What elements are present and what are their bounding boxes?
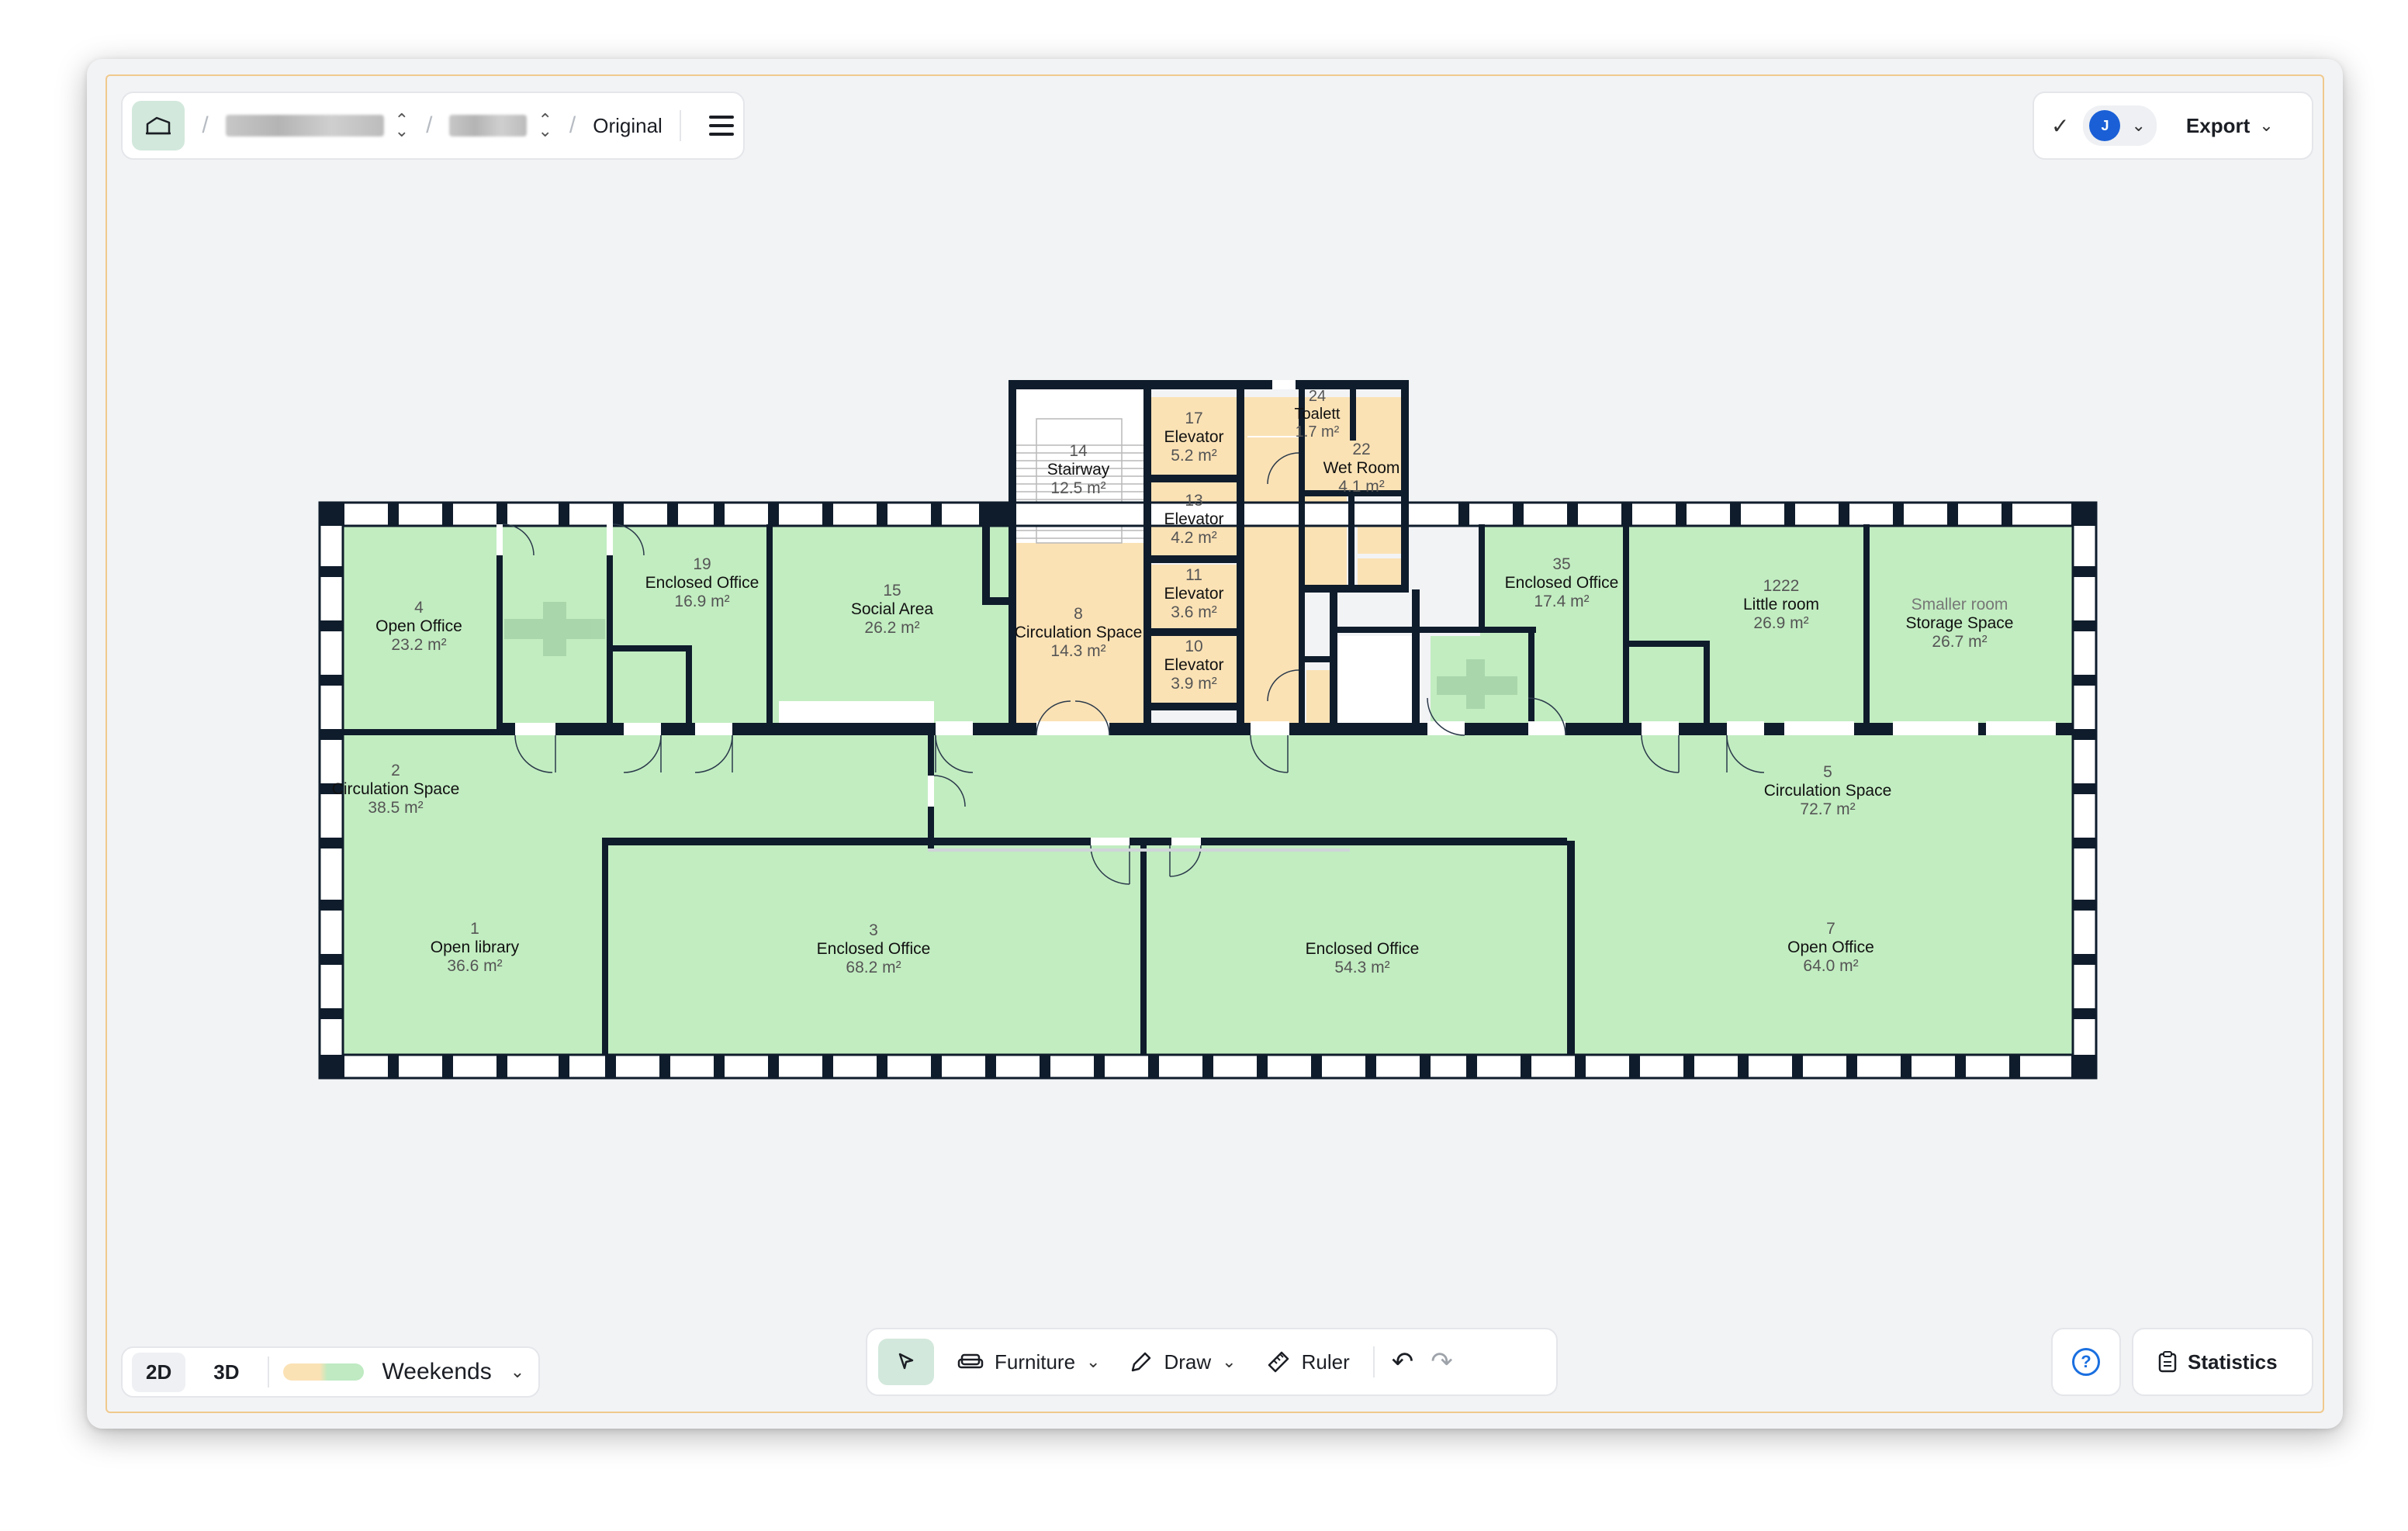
- room-label[interactable]: 24 Toalett 1.7 m²: [1288, 388, 1347, 441]
- help-button[interactable]: ?: [2051, 1328, 2121, 1396]
- home-button[interactable]: [132, 101, 185, 150]
- room-label[interactable]: 4 Open Office 23.2 m²: [341, 599, 496, 655]
- ruler-label: Ruler: [1301, 1350, 1350, 1374]
- room-label[interactable]: 14 Stairway 12.5 m²: [1009, 442, 1148, 498]
- export-label: Export: [2185, 113, 2251, 137]
- room-label[interactable]: Enclosed Office 54.3 m²: [1285, 940, 1440, 977]
- breadcrumb-separator: /: [426, 112, 433, 138]
- room-label[interactable]: 15 Social Area 26.2 m²: [815, 582, 970, 638]
- room-label[interactable]: 1222 Little room 26.9 m²: [1704, 577, 1859, 633]
- ruler-icon: [1268, 1351, 1289, 1373]
- chevron-up-down-icon: ⌃ ⌄: [394, 110, 410, 140]
- breadcrumb-separator: /: [569, 112, 576, 138]
- hamburger-menu-icon[interactable]: [708, 116, 734, 136]
- view-2d-button[interactable]: 2D: [132, 1352, 186, 1392]
- cursor-icon: [898, 1353, 914, 1370]
- room-label[interactable]: 1 Open library 36.6 m²: [397, 920, 552, 976]
- schedule-label: Weekends: [382, 1359, 492, 1384]
- room-label[interactable]: 11 Elevator 3.6 m²: [1151, 566, 1237, 622]
- breadcrumb-bar: / ⌃ ⌄ / ⌃ ⌄ / Original: [121, 92, 745, 160]
- chevron-down-icon: ⌄: [1086, 1352, 1101, 1371]
- room-label[interactable]: 3 Enclosed Office 68.2 m²: [796, 921, 951, 977]
- room-label[interactable]: 35 Enclosed Office 17.4 m²: [1488, 555, 1635, 611]
- tool-bar: Furniture ⌄ Draw ⌄ Ruler ↶ ↷: [866, 1328, 1558, 1396]
- redacted-project-name: [225, 115, 384, 137]
- room-label[interactable]: 2 Circulation Space 38.5 m²: [318, 762, 473, 817]
- room-label[interactable]: 13 Elevator 4.2 m²: [1151, 492, 1237, 548]
- room-label[interactable]: 8 Circulation Space 14.3 m²: [1001, 605, 1156, 661]
- room-label[interactable]: 17 Elevator 5.2 m²: [1151, 410, 1237, 465]
- view-controls: 2D 3D Weekends ⌄: [121, 1346, 540, 1398]
- furniture-tool-button[interactable]: Furniture ⌄: [951, 1350, 1106, 1374]
- breadcrumb-separator: /: [202, 112, 209, 138]
- pencil-icon: [1132, 1352, 1151, 1372]
- ruler-tool-button[interactable]: Ruler: [1260, 1350, 1356, 1374]
- floor-selector[interactable]: ⌃ ⌄: [449, 110, 552, 140]
- room-label[interactable]: 22 Wet Room 4.1 m²: [1319, 441, 1404, 496]
- view-3d-button[interactable]: 3D: [199, 1353, 253, 1392]
- project-selector[interactable]: ⌃ ⌄: [225, 110, 410, 140]
- chevron-down-icon: ⌄: [1222, 1352, 1237, 1371]
- version-label[interactable]: Original: [593, 114, 663, 138]
- divider: [267, 1356, 269, 1388]
- draw-label: Draw: [1164, 1350, 1212, 1374]
- room-label[interactable]: 10 Elevator 3.9 m²: [1151, 638, 1237, 693]
- draw-tool-button[interactable]: Draw ⌄: [1123, 1350, 1242, 1374]
- sofa-icon: [957, 1353, 984, 1369]
- occupancy-legend-bar: [282, 1363, 364, 1381]
- chevron-down-icon: ⌄: [2131, 116, 2146, 135]
- user-menu[interactable]: J ⌄: [2083, 105, 2157, 146]
- room-label[interactable]: 5 Circulation Space 72.7 m²: [1750, 763, 1905, 819]
- chevron-down-icon: ⌄: [2259, 116, 2274, 135]
- room-label[interactable]: 7 Open Office 64.0 m²: [1753, 920, 1908, 976]
- undo-icon[interactable]: ↶: [1392, 1346, 1414, 1377]
- top-right-bar: ✓ J ⌄ Export ⌄: [2033, 92, 2313, 160]
- chevron-up-down-icon: ⌃ ⌄: [538, 110, 552, 140]
- avatar: J: [2089, 110, 2121, 141]
- select-tool-button[interactable]: [878, 1339, 934, 1385]
- chevron-down-icon: ⌄: [510, 1362, 525, 1381]
- divider: [1372, 1346, 1375, 1377]
- schedule-selector[interactable]: Weekends ⌄: [282, 1359, 525, 1385]
- redo-icon[interactable]: ↷: [1431, 1346, 1453, 1377]
- statistics-label: Statistics: [2188, 1350, 2278, 1374]
- redacted-floor-name: [449, 115, 528, 137]
- room-label[interactable]: Smaller room Storage Space 26.7 m²: [1882, 596, 2037, 651]
- help-icon: ?: [2072, 1348, 2100, 1376]
- room-label[interactable]: 19 Enclosed Office 16.9 m²: [621, 555, 784, 611]
- statistics-button[interactable]: Statistics: [2132, 1328, 2313, 1396]
- clipboard-icon: [2158, 1351, 2177, 1373]
- building-icon: [146, 116, 171, 135]
- export-button[interactable]: Export ⌄: [2171, 114, 2274, 138]
- checkmark-icon[interactable]: ✓: [2051, 113, 2069, 139]
- furniture-label: Furniture: [995, 1350, 1076, 1374]
- divider: [679, 110, 681, 141]
